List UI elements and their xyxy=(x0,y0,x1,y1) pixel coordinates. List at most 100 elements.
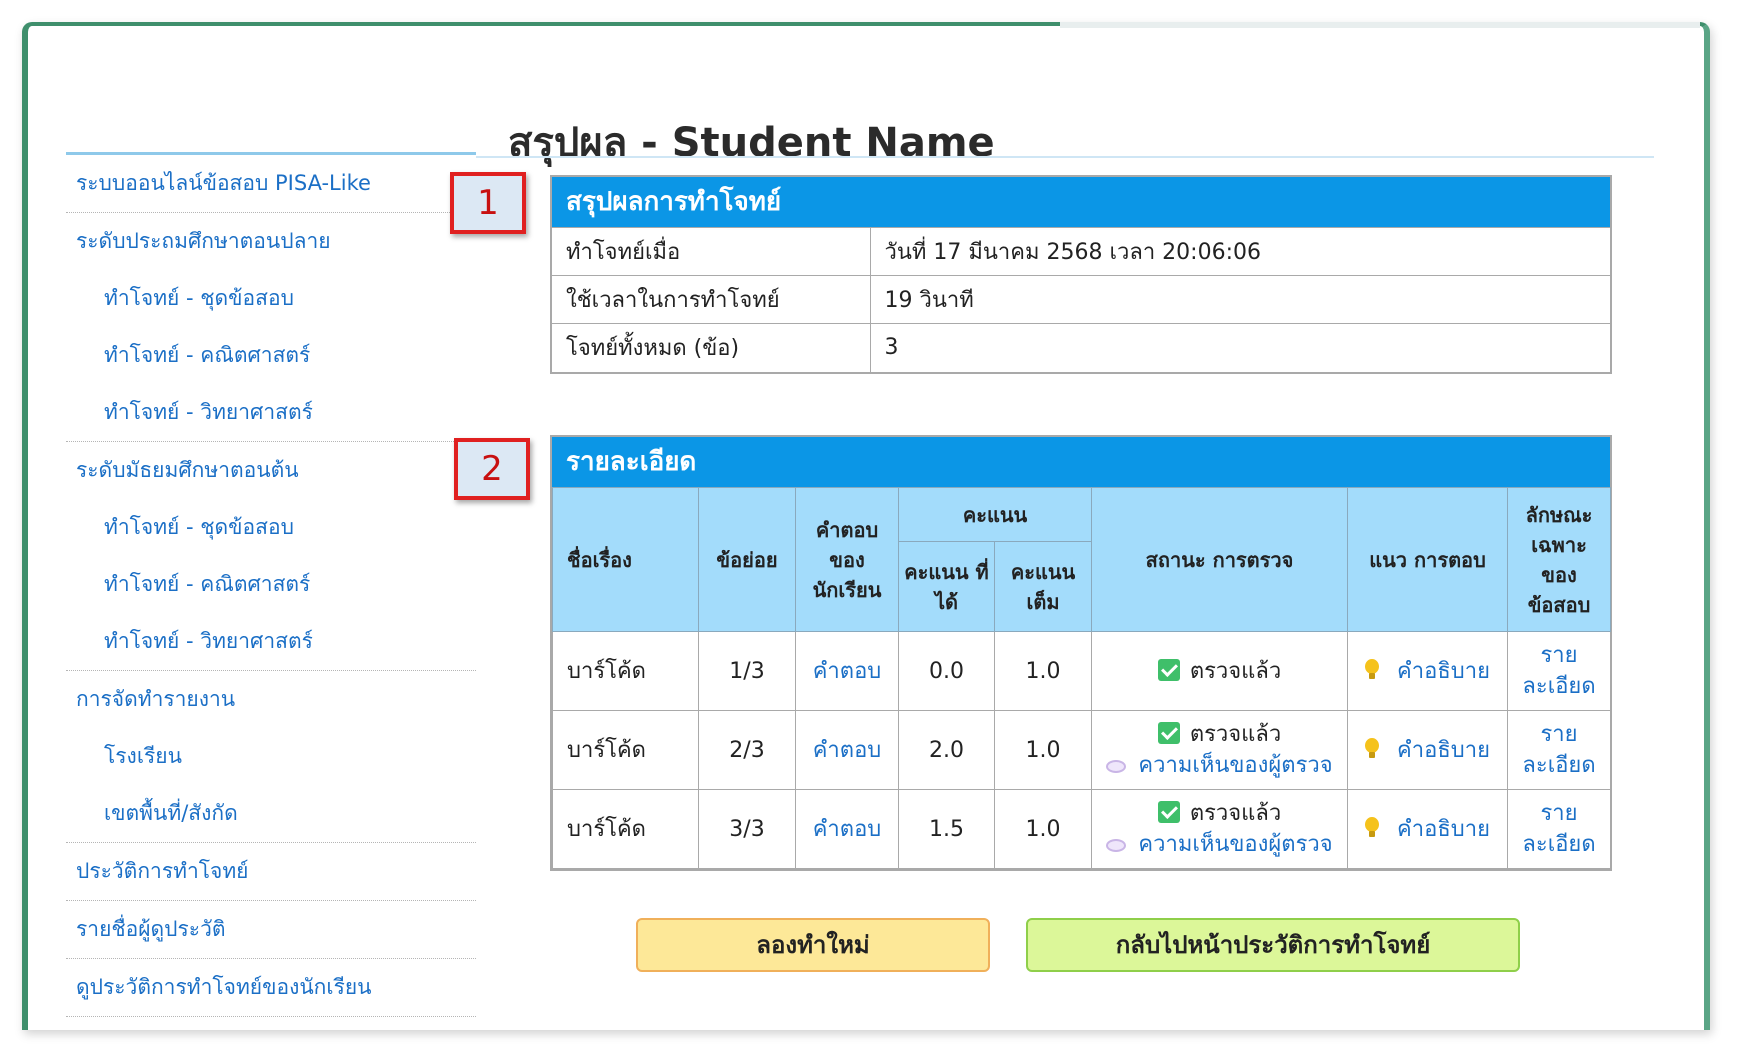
header-score-got: คะแนน ที่ได้ xyxy=(898,541,995,632)
explanation-link[interactable]: คำอธิบาย xyxy=(1397,659,1490,684)
header-score-full: คะแนน เต็ม xyxy=(993,541,1093,632)
header-topic: ชื่อเรื่อง xyxy=(552,487,699,632)
sub-item-cell: 2/3 xyxy=(698,710,796,790)
summary-heading: สรุปผลการทำโจทย์ xyxy=(552,177,1610,227)
summary-row: ทำโจทย์เมื่อ วันที่ 17 มีนาคม 2568 เวลา … xyxy=(552,227,1610,276)
explanation-link[interactable]: คำอธิบาย xyxy=(1397,817,1490,842)
sidebar-section: ระดับมัธยมศึกษาตอนต้น ทำโจทย์ - ชุดข้อสอบ… xyxy=(66,442,476,671)
sidebar-subitem[interactable]: ทำโจทย์ - ชุดข้อสอบ xyxy=(66,270,476,327)
title-underline xyxy=(476,156,1654,158)
approach-cell: คำอธิบาย xyxy=(1347,631,1509,711)
check-icon xyxy=(1157,722,1180,744)
detail-row: บาร์โค้ด 2/3 คำตอบ 2.0 1.0 ตรวจแล้ว ความเห็นขอ… xyxy=(552,710,1612,790)
sidebar-subitem[interactable]: โรงเรียน xyxy=(66,728,476,785)
sub-item-cell: 3/3 xyxy=(698,789,796,869)
topic-cell: บาร์โค้ด xyxy=(552,710,699,790)
summary-label: ใช้เวลาในการทำโจทย์ xyxy=(552,275,871,324)
approach-cell: คำอธิบาย xyxy=(1347,710,1509,790)
sidebar-nav: ระบบออนไลน์ข้อสอบ PISA-Like ระดับประถมศึก… xyxy=(66,155,476,1017)
detail-link[interactable]: ราย ละเอียด xyxy=(1519,719,1599,781)
back-to-history-button[interactable]: กลับไปหน้าประวัติการทำโจทย์ xyxy=(1026,918,1520,972)
summary-row: โจทย์ทั้งหมด (ข้อ) 3 xyxy=(552,323,1610,372)
retry-button[interactable]: ลองทำใหม่ xyxy=(636,918,990,972)
sidebar-subitem[interactable]: ทำโจทย์ - คณิตศาสตร์ xyxy=(66,556,476,613)
reviewer-comment-link[interactable]: ความเห็นของผู้ตรวจ xyxy=(1138,832,1332,857)
status-text: ตรวจแล้ว xyxy=(1189,722,1282,747)
sidebar-item[interactable]: ระดับมัธยมศึกษาตอนต้น xyxy=(66,442,476,499)
sidebar-item[interactable]: รายชื่อผู้ดูประวัติ xyxy=(66,901,476,958)
header-feature: ลักษณะ เฉพาะ ของ ข้อสอบ xyxy=(1507,487,1612,632)
score-got-cell: 2.0 xyxy=(898,710,995,790)
status-cell: ตรวจแล้วความเห็นของผู้ตรวจ xyxy=(1091,789,1349,869)
score-full-cell: 1.0 xyxy=(993,631,1093,711)
explanation-link[interactable]: คำอธิบาย xyxy=(1397,738,1490,763)
sidebar-subitem[interactable]: เขตพื้นที่/สังกัด xyxy=(66,785,476,842)
approach-cell: คำอธิบาย xyxy=(1347,789,1509,869)
summary-value: 3 xyxy=(870,323,1610,372)
sidebar-subitem[interactable]: ทำโจทย์ - ชุดข้อสอบ xyxy=(66,499,476,556)
status-cell: ตรวจแล้ว xyxy=(1091,631,1349,711)
score-full-cell: 1.0 xyxy=(993,789,1093,869)
sidebar-section: การจัดทำรายงาน โรงเรียน เขตพื้นที่/สังกัด xyxy=(66,671,476,843)
score-full-cell: 1.0 xyxy=(993,710,1093,790)
status-text: ตรวจแล้ว xyxy=(1189,658,1282,684)
sidebar-item[interactable]: ประวัติการทำโจทย์ xyxy=(66,843,476,900)
summary-label: โจทย์ทั้งหมด (ข้อ) xyxy=(552,323,871,372)
summary-table: ทำโจทย์เมื่อ วันที่ 17 มีนาคม 2568 เวลา … xyxy=(552,227,1610,372)
score-got-cell: 0.0 xyxy=(898,631,995,711)
summary-value: 19 วินาที xyxy=(870,275,1610,324)
feature-cell: ราย ละเอียด xyxy=(1507,631,1612,711)
lightbulb-icon xyxy=(1365,816,1380,839)
summary-value: วันที่ 17 มีนาคม 2568 เวลา 20:06:06 xyxy=(870,227,1610,276)
check-icon xyxy=(1157,801,1180,823)
detail-row: บาร์โค้ด 1/3 คำตอบ 0.0 1.0 ตรวจแล้ว คำอธิบาย รา… xyxy=(552,631,1612,711)
detail-panel: รายละเอียด ชื่อเรื่อง ข้อย่อย คำตอบ ของ … xyxy=(550,435,1612,871)
speech-bubble-icon xyxy=(1106,760,1127,773)
topic-cell: บาร์โค้ด xyxy=(552,631,699,711)
sub-item-cell: 1/3 xyxy=(698,631,796,711)
answer-link[interactable]: คำตอบ xyxy=(813,659,882,684)
answer-link[interactable]: คำตอบ xyxy=(813,817,882,842)
sidebar-section: ระดับประถมศึกษาตอนปลาย ทำโจทย์ - ชุดข้อสอ… xyxy=(66,213,476,442)
sidebar-item[interactable]: การจัดทำรายงาน xyxy=(66,671,476,728)
annotation-marker-2: 2 xyxy=(454,438,530,500)
header-score: คะแนน xyxy=(897,487,1093,542)
feature-cell: ราย ละเอียด xyxy=(1507,710,1612,790)
page-title: สรุปผล - Student Name xyxy=(508,120,995,166)
summary-panel: สรุปผลการทำโจทย์ ทำโจทย์เมื่อ วันที่ 17 … xyxy=(550,175,1612,374)
lightbulb-icon xyxy=(1365,658,1380,681)
detail-link[interactable]: ราย ละเอียด xyxy=(1519,640,1599,702)
feature-cell: ราย ละเอียด xyxy=(1507,789,1612,869)
topic-cell: บาร์โค้ด xyxy=(552,789,699,869)
score-got-cell: 1.5 xyxy=(898,789,995,869)
sidebar-section: รายชื่อผู้ดูประวัติ xyxy=(66,901,476,959)
sidebar-subitem[interactable]: ทำโจทย์ - วิทยาศาสตร์ xyxy=(66,613,476,670)
detail-link[interactable]: ราย ละเอียด xyxy=(1519,798,1599,860)
detail-row: บาร์โค้ด 3/3 คำตอบ 1.5 1.0 ตรวจแล้ว ความเห็นขอ… xyxy=(552,789,1612,869)
header-sub-item: ข้อย่อย xyxy=(698,487,796,632)
speech-bubble-icon xyxy=(1106,839,1127,852)
header-approach: แนว การตอบ xyxy=(1347,487,1509,632)
sidebar-section: ดูประวัติการทำโจทย์ของนักเรียน xyxy=(66,959,476,1017)
summary-label: ทำโจทย์เมื่อ xyxy=(552,227,871,276)
summary-row: ใช้เวลาในการทำโจทย์ 19 วินาที xyxy=(552,275,1610,324)
reviewer-comment-link[interactable]: ความเห็นของผู้ตรวจ xyxy=(1138,753,1332,778)
header-answer: คำตอบ ของ นักเรียน xyxy=(795,487,899,632)
sidebar-item[interactable]: ระบบออนไลน์ข้อสอบ PISA-Like xyxy=(66,155,476,212)
sidebar-section: ระบบออนไลน์ข้อสอบ PISA-Like xyxy=(66,155,476,213)
sidebar-section: ประวัติการทำโจทย์ xyxy=(66,843,476,901)
sidebar-subitem[interactable]: ทำโจทย์ - คณิตศาสตร์ xyxy=(66,327,476,384)
frame-top-highlight xyxy=(1060,22,1700,28)
sidebar-subitem[interactable]: ทำโจทย์ - วิทยาศาสตร์ xyxy=(66,384,476,441)
check-icon xyxy=(1157,658,1180,681)
sidebar-item[interactable]: ดูประวัติการทำโจทย์ของนักเรียน xyxy=(66,959,476,1016)
answer-link[interactable]: คำตอบ xyxy=(813,738,882,763)
sidebar-item[interactable]: ระดับประถมศึกษาตอนปลาย xyxy=(66,213,476,270)
detail-table: ชื่อเรื่อง ข้อย่อย คำตอบ ของ นักเรียน คะ… xyxy=(552,487,1612,869)
status-text: ตรวจแล้ว xyxy=(1189,801,1282,826)
header-status: สถานะ การตรวจ xyxy=(1091,487,1349,632)
status-cell: ตรวจแล้วความเห็นของผู้ตรวจ xyxy=(1091,710,1349,790)
detail-heading: รายละเอียด xyxy=(552,437,1610,487)
annotation-marker-1: 1 xyxy=(450,172,526,234)
lightbulb-icon xyxy=(1365,737,1380,760)
